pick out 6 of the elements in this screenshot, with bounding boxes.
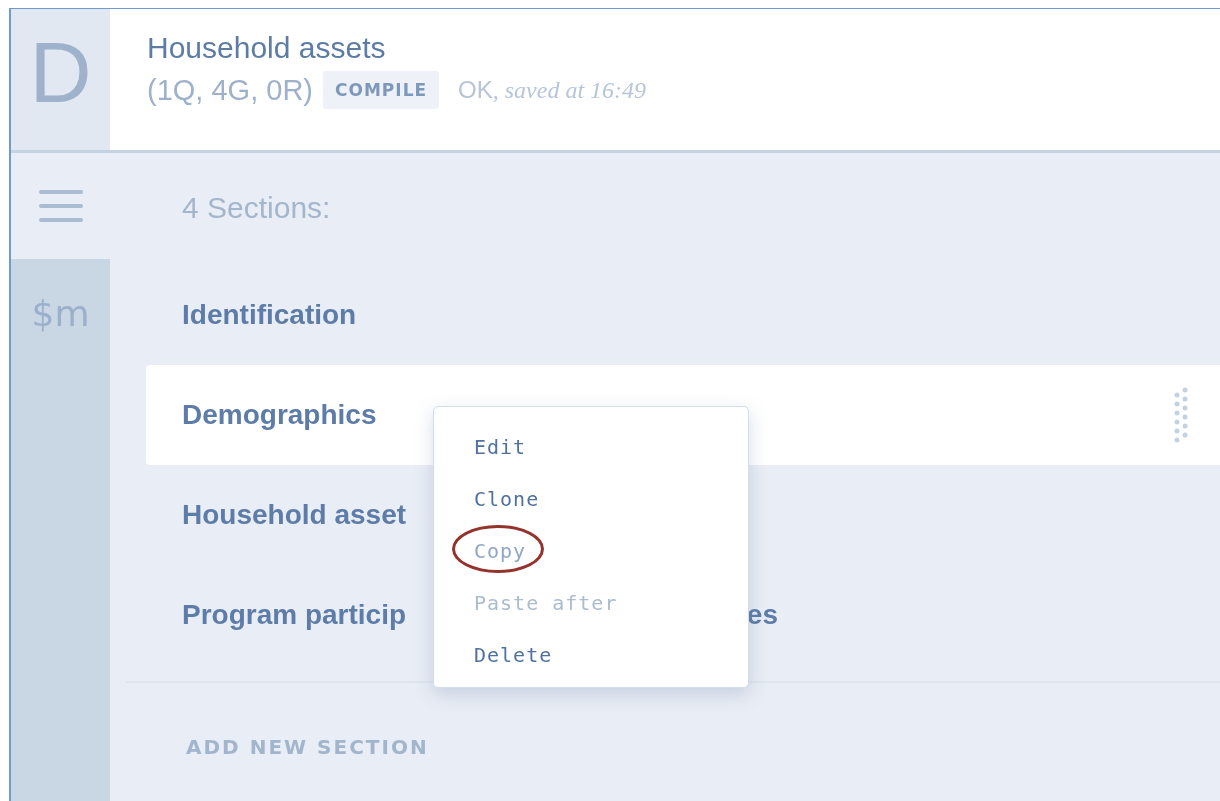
form-title: Household assets bbox=[147, 31, 387, 65]
logo: D bbox=[11, 9, 110, 150]
item-counts: (1Q, 4G, 0R) bbox=[147, 73, 313, 107]
section-title: es bbox=[746, 599, 778, 631]
save-status: OK, saved at 16:49 bbox=[458, 76, 647, 104]
sections-heading: 4 Sections: bbox=[182, 191, 332, 225]
